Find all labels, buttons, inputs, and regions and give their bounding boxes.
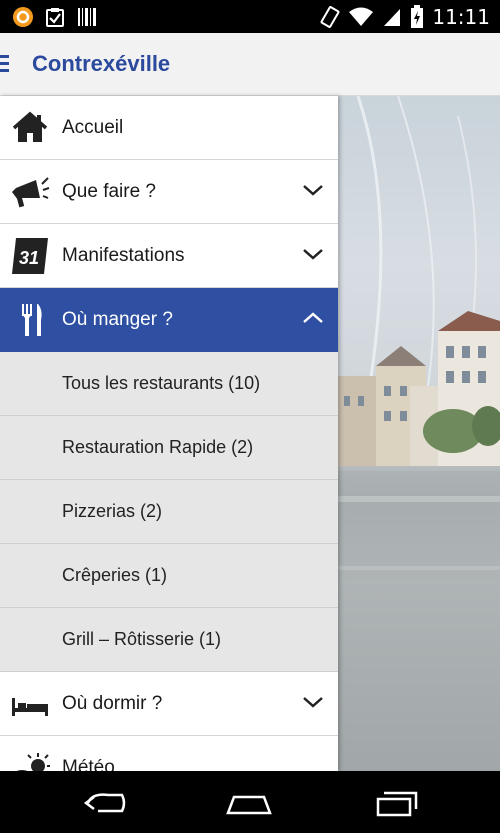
home-icon (12, 111, 48, 142)
battery-charging-icon (411, 5, 424, 28)
drawer-item-label: Accueil (62, 116, 124, 138)
barcode-icon (78, 8, 96, 26)
home-button-icon[interactable] (224, 787, 274, 819)
status-bar: 11:11 (0, 0, 500, 33)
drawer-item-label: Où manger ? (62, 309, 173, 330)
weather-icon (16, 753, 50, 771)
submenu-item-restauration-rapide[interactable]: Restauration Rapide (2) (0, 416, 338, 480)
drawer-item-manifestations[interactable]: 31 Manifestations (0, 224, 338, 288)
submenu-item-label: Grill – Rôtisserie (1) (62, 629, 222, 649)
clipboard-check-icon (46, 8, 64, 27)
submenu-item-tous-les-restaurants[interactable]: Tous les restaurants (10) (0, 352, 338, 416)
background-photo (338, 96, 500, 771)
drawer-item-que-faire[interactable]: Que faire ? (0, 160, 338, 224)
drawer-item-accueil[interactable]: Accueil (0, 96, 338, 160)
drawer-item-label: Manifestations (62, 244, 185, 266)
rotate-icon (320, 6, 340, 28)
drawer-item-meteo[interactable]: Météo (0, 736, 338, 771)
chevron-up-icon[interactable] (302, 310, 324, 326)
megaphone-icon (12, 177, 50, 208)
submenu-item-label: Crêperies (1) (62, 565, 168, 585)
drawer-item-label: Que faire ? (62, 180, 156, 202)
fork-knife-icon (22, 304, 42, 336)
back-icon[interactable] (78, 787, 128, 819)
submenu-item-label: Pizzerias (2) (62, 501, 163, 521)
submenu-item-pizzerias[interactable]: Pizzerias (2) (0, 480, 338, 544)
chevron-down-icon[interactable] (302, 694, 324, 710)
drawer-item-label: Où dormir ? (62, 692, 163, 714)
app-notification-icon (13, 7, 33, 27)
navigation-drawer: Accueil Que faire ? 31 Manifestations Où… (0, 96, 338, 771)
menu-icon[interactable] (0, 55, 10, 73)
drawer-item-ou-manger[interactable]: Où manger ? (0, 288, 338, 352)
drawer-item-ou-dormir[interactable]: Où dormir ? (0, 672, 338, 736)
recent-apps-icon[interactable] (372, 787, 422, 819)
submenu-item-creperies[interactable]: Crêperies (1) (0, 544, 338, 608)
chevron-down-icon[interactable] (302, 246, 324, 262)
chevron-down-icon[interactable] (302, 182, 324, 198)
calendar-icon: 31 (12, 238, 48, 274)
submenu-item-label: Tous les restaurants (10) (62, 373, 261, 393)
submenu-item-label: Restauration Rapide (2) (62, 437, 254, 457)
clock: 11:11 (432, 5, 490, 29)
town-square-image (338, 96, 500, 771)
bed-icon (12, 698, 48, 716)
app-bar: Contrexéville (0, 33, 500, 96)
drawer-item-label: Météo (62, 756, 115, 772)
system-nav-bar (0, 771, 500, 833)
app-title: Contrexéville (32, 51, 171, 76)
submenu-item-grill-rotisserie[interactable]: Grill – Rôtisserie (1) (0, 608, 338, 672)
wifi-icon (349, 7, 374, 26)
signal-icon (384, 9, 401, 26)
calendar-day: 31 (19, 248, 39, 268)
